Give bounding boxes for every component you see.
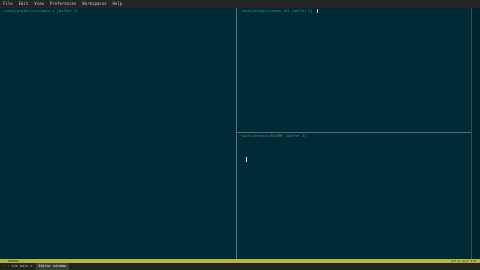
- top-right-editor-pane[interactable]: ~/work/project/notes.txt [buffer 2]: [237, 8, 471, 132]
- vertical-split-divider[interactable]: [236, 8, 237, 259]
- horizontal-split-divider[interactable]: [237, 132, 471, 133]
- menu-view[interactable]: View: [34, 0, 44, 8]
- top-right-pane-title: ~/work/project/notes.txt [buffer 2]: [239, 9, 313, 13]
- menu-workspaces[interactable]: Workspaces: [82, 0, 106, 8]
- left-pane-title: ~/work/project/src/main.c [buffer 1]: [2, 9, 78, 13]
- taskbar-item-editor[interactable]: Editor window: [35, 263, 69, 270]
- scrollbar[interactable]: [472, 8, 480, 259]
- menu-bar: File Edit View Preferences Workspaces He…: [0, 0, 480, 8]
- bottom-right-pane-title: ~/work/project/README [buffer 3]: [239, 134, 307, 138]
- menu-preferences[interactable]: Preferences: [50, 0, 77, 8]
- menu-file[interactable]: File: [3, 0, 13, 8]
- left-editor-pane[interactable]: ~/work/project/src/main.c [buffer 1]: [0, 8, 236, 259]
- text-cursor: [246, 157, 247, 162]
- taskbar: ~ : vim main.c Editor window: [0, 263, 480, 270]
- caret-icon: [316, 9, 318, 13]
- menu-edit[interactable]: Edit: [19, 0, 29, 8]
- taskbar-item-terminal[interactable]: ~ : vim main.c: [0, 263, 36, 270]
- menu-help[interactable]: Help: [113, 0, 123, 8]
- bottom-right-editor-pane[interactable]: ~/work/project/README [buffer 3]: [237, 133, 471, 259]
